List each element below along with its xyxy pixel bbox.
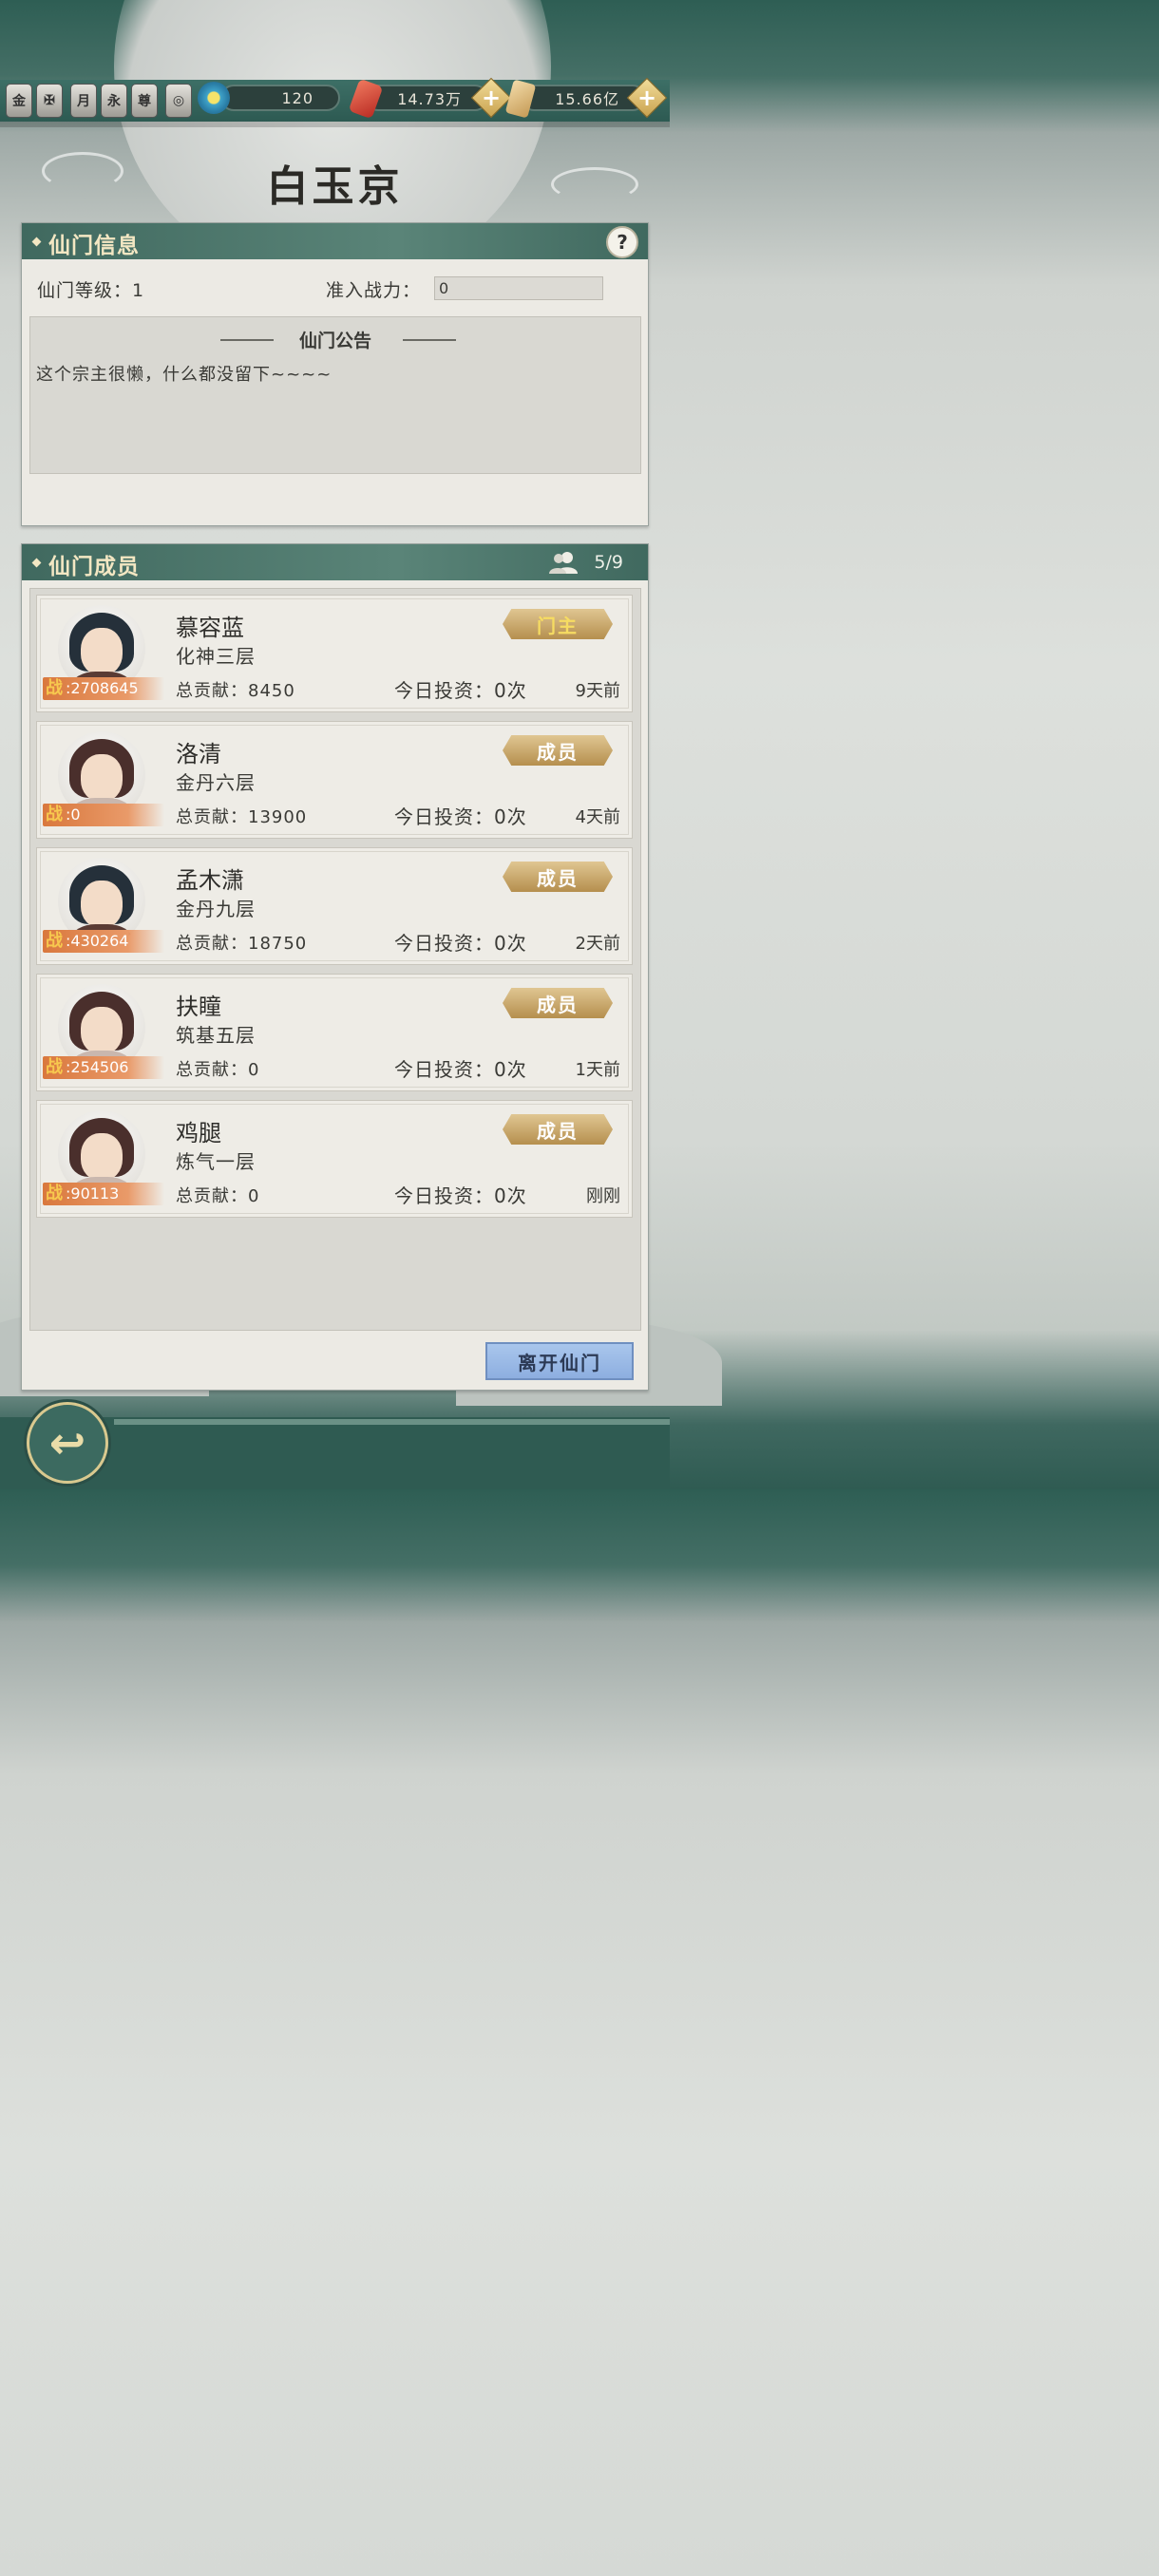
power-badge: 战:90113 (43, 1183, 164, 1205)
role-badge: 门主 (503, 609, 613, 639)
role-badge: 成员 (503, 1114, 613, 1145)
plus-icon: + (636, 85, 657, 111)
sect-level: 仙门等级：1 (37, 280, 145, 301)
member-last-online: 1天前 (575, 1060, 620, 1080)
title-badge-icon[interactable]: 尊 (131, 84, 158, 118)
energy-value: 120 (281, 88, 314, 107)
diamond-icon (31, 558, 42, 568)
sect-notice: 仙门公告 这个宗主很懒，什么都没留下~~~~ (29, 316, 641, 474)
member-contribution: 总贡献：8450 (176, 681, 295, 701)
panel-header-label: 仙门成员 (48, 554, 140, 579)
avatar-face (81, 1133, 123, 1181)
member-contribution: 总贡献：18750 (176, 934, 308, 954)
member-investment: 今日投资：0次 (394, 1184, 527, 1207)
top-bar-shadow (0, 122, 670, 127)
swirl-energy-icon (198, 82, 230, 114)
entry-power-value: 0 (434, 276, 603, 300)
people-icon (549, 552, 578, 574)
power-prefix: 战 (46, 1057, 63, 1077)
member-contribution: 总贡献：0 (176, 1186, 260, 1206)
power-value: :90113 (66, 1184, 120, 1203)
power-prefix: 战 (46, 678, 63, 698)
sect-info-panel: 仙门信息 ? 仙门等级：1 准入战力： 0 仙门公告 这个宗主很懒，什么都没留下… (21, 222, 649, 526)
member-row[interactable]: 战:254506 扶瞳 筑基五层 总贡献：0 今日投资：0次 1天前 成员 (36, 974, 633, 1091)
member-row[interactable]: 战:90113 鸡腿 炼气一层 总贡献：0 今日投资：0次 刚刚 成员 (36, 1100, 633, 1218)
member-name: 鸡腿 (176, 1120, 221, 1146)
sect-title: 白玉京 (266, 162, 404, 211)
power-badge: 战:430264 (43, 930, 164, 953)
avatar-face (81, 628, 123, 675)
member-investment: 今日投资：0次 (394, 932, 527, 955)
plus-icon: + (481, 85, 502, 111)
panel-header: 仙门信息 ? (22, 223, 648, 259)
power-value: :430264 (66, 932, 129, 950)
member-rank: 金丹九层 (176, 898, 256, 920)
member-name: 扶瞳 (176, 994, 221, 1020)
member-contribution: 总贡献：0 (176, 1060, 260, 1080)
divider-right (403, 339, 456, 341)
role-badge: 成员 (503, 988, 613, 1018)
member-investment: 今日投资：0次 (394, 805, 527, 828)
member-name: 洛清 (176, 741, 221, 767)
member-rank: 金丹六层 (176, 771, 256, 794)
member-list[interactable]: 战:2708645 慕容蓝 化神三层 总贡献：8450 今日投资：0次 9天前 … (29, 588, 641, 1331)
member-investment: 今日投资：0次 (394, 679, 527, 702)
entry-power-label: 准入战力： (326, 280, 422, 301)
member-last-online: 4天前 (575, 807, 620, 827)
role-badge: 成员 (503, 735, 613, 766)
member-rank: 筑基五层 (176, 1024, 256, 1047)
back-button[interactable]: ↩ (27, 1402, 108, 1484)
member-rank: 炼气一层 (176, 1150, 256, 1173)
power-value: :254506 (66, 1058, 129, 1076)
currency2-value: 15.66亿 (555, 90, 619, 108)
title-badge-icon[interactable]: 月 (70, 84, 97, 118)
notice-title: 仙门公告 (298, 331, 371, 351)
power-value: :0 (66, 805, 81, 824)
member-row[interactable]: 战:430264 孟木潇 金丹九层 总贡献：18750 今日投资：0次 2天前 … (36, 847, 633, 965)
avatar-face (81, 1007, 123, 1054)
power-value: :2708645 (66, 679, 139, 697)
member-last-online: 9天前 (575, 681, 620, 701)
member-name: 慕容蓝 (176, 615, 244, 641)
role-badge: 成员 (503, 862, 613, 892)
member-row[interactable]: 战:2708645 慕容蓝 化神三层 总贡献：8450 今日投资：0次 9天前 … (36, 595, 633, 712)
sect-members-panel: 仙门成员 5/9 战:2708645 慕容蓝 化神三层 总贡献：8450 今日投… (21, 543, 649, 1391)
crest-badge-icon[interactable]: ✠ (36, 84, 63, 118)
currency1-display: 14.73万 (365, 85, 488, 111)
member-count: 5/9 (594, 552, 623, 573)
leave-sect-button[interactable]: 离开仙门 (485, 1342, 634, 1380)
power-prefix: 战 (46, 805, 63, 824)
member-last-online: 刚刚 (586, 1186, 620, 1206)
power-prefix: 战 (46, 931, 63, 951)
emblem-badge-icon[interactable]: ◎ (165, 84, 192, 118)
energy-display: 120 (220, 85, 340, 111)
member-investment: 今日投资：0次 (394, 1058, 527, 1081)
diamond-icon (31, 237, 42, 247)
power-badge: 战:2708645 (43, 677, 164, 700)
help-button[interactable]: ? (606, 226, 638, 258)
back-arrow-icon: ↩ (48, 1417, 86, 1468)
power-prefix: 战 (46, 1184, 63, 1203)
avatar-face (81, 754, 123, 802)
title-badge-icon[interactable]: 永 (101, 84, 127, 118)
question-icon: ? (617, 231, 628, 254)
avatar-face (81, 881, 123, 928)
member-last-online: 2天前 (575, 934, 620, 954)
panel-header-label: 仙门信息 (48, 233, 140, 258)
power-badge: 战:0 (43, 804, 164, 826)
power-badge: 战:254506 (43, 1056, 164, 1079)
notice-text: 这个宗主很懒，什么都没留下~~~~ (36, 365, 332, 385)
currency1-value: 14.73万 (397, 90, 462, 108)
panel-header: 仙门成员 5/9 (22, 544, 648, 580)
title-badge-icon[interactable]: 金 (6, 84, 32, 118)
member-name: 孟木潇 (176, 867, 244, 894)
footer-stripe (114, 1419, 670, 1425)
member-row[interactable]: 战:0 洛清 金丹六层 总贡献：13900 今日投资：0次 4天前 成员 (36, 721, 633, 839)
member-rank: 化神三层 (176, 645, 256, 668)
member-contribution: 总贡献：13900 (176, 807, 308, 827)
